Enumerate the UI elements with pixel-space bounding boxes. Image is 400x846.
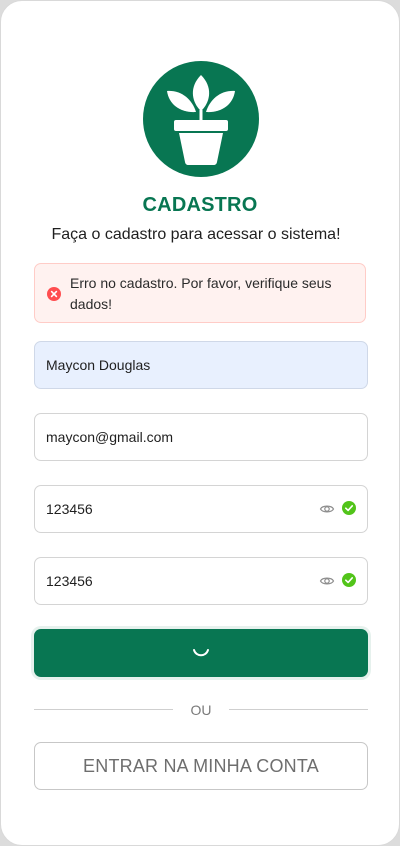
email-input[interactable]: [46, 414, 306, 460]
error-alert-message: Erro no cadastro. Por favor, verifique s…: [70, 275, 332, 312]
register-submit-button[interactable]: [34, 629, 368, 677]
password-input[interactable]: [46, 486, 306, 532]
logo: [143, 61, 259, 177]
login-button[interactable]: ENTRAR NA MINHA CONTA: [34, 742, 368, 790]
divider-line-left: [34, 709, 173, 710]
page-title: CADASTRO: [142, 194, 258, 216]
loading-spinner-icon: [193, 649, 209, 657]
divider-line-right: [229, 709, 368, 710]
check-circle-icon: [342, 573, 356, 587]
plant-pot-icon: [167, 75, 235, 165]
confirm-password-input[interactable]: [46, 558, 306, 604]
name-input[interactable]: [46, 342, 306, 388]
eye-icon[interactable]: [319, 573, 335, 589]
confirm-password-field[interactable]: [34, 557, 368, 605]
email-field[interactable]: [34, 413, 368, 461]
name-field[interactable]: [34, 341, 368, 389]
error-alert: Erro no cadastro. Por favor, verifique s…: [34, 263, 366, 323]
check-circle-icon: [342, 501, 356, 515]
divider-label: OU: [190, 702, 212, 718]
password-field[interactable]: [34, 485, 368, 533]
signup-card: CADASTRO Faça o cadastro para acessar o …: [0, 0, 400, 846]
eye-icon[interactable]: [319, 501, 335, 517]
page-subtitle: Faça o cadastro para acessar o sistema!: [51, 226, 341, 243]
error-circle-icon: [47, 287, 61, 301]
